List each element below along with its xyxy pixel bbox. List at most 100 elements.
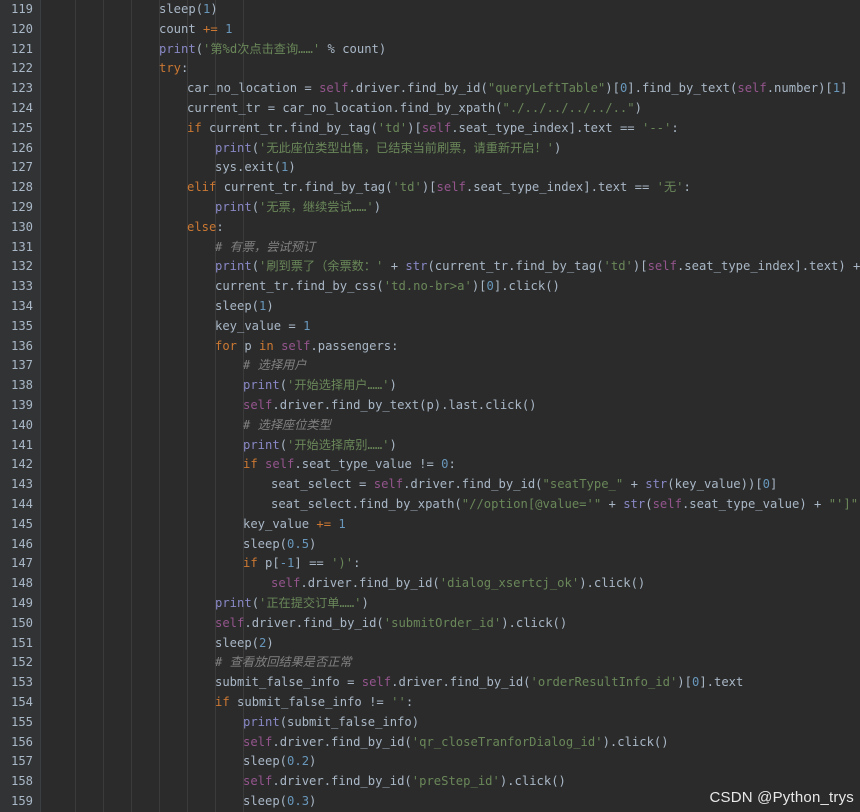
code-line[interactable]: print('开始选择用户……'): [243, 376, 860, 396]
code-token: if: [215, 695, 230, 709]
code-token: 'td': [377, 120, 408, 135]
code-token: (: [251, 200, 260, 214]
code-line[interactable]: car_no_location = self.driver.find_by_id…: [187, 79, 860, 99]
code-token: print: [215, 259, 252, 274]
code-line[interactable]: key_value = 1: [215, 317, 860, 337]
line-number: 125: [10, 120, 33, 135]
code-token: self: [647, 259, 677, 274]
code-line[interactable]: submit_false_info = self.driver.find_by_…: [215, 673, 860, 693]
code-line[interactable]: print('开始选择席别……'): [243, 436, 860, 456]
code-line[interactable]: print('正在提交订单……'): [215, 594, 860, 614]
code-editor[interactable]: 119 120 121 122 123 124 125 126 127 128 129 130 131 1…: [0, 0, 860, 812]
code-token: seat_select.find_by_xpath(: [271, 497, 462, 511]
code-token: )[: [605, 81, 620, 96]
code-token: (: [251, 596, 260, 610]
code-line[interactable]: try:: [159, 59, 860, 79]
code-line[interactable]: if current_tr.find_by_tag('td')[self.sea…: [187, 119, 860, 139]
code-token: "seatType_": [542, 477, 624, 492]
code-token: '无此座位类型出售，已结束当前刷票，请重新开启！': [259, 140, 555, 155]
code-line[interactable]: for p in self.passengers:: [215, 337, 860, 357]
code-token: self: [243, 734, 273, 749]
code-token: ): [389, 437, 397, 452]
code-token: p: [237, 338, 260, 353]
code-line[interactable]: print('无此座位类型出售，已结束当前刷票，请重新开启！'): [215, 139, 860, 159]
code-token: self: [281, 338, 311, 353]
code-token: :: [405, 695, 414, 709]
code-token: .driver.find_by_id(: [300, 576, 440, 591]
code-line[interactable]: # 有票，尝试预订: [215, 238, 860, 258]
code-token: sys.exit(: [215, 160, 282, 175]
line-number: 137: [10, 358, 33, 373]
code-line[interactable]: current_tr = car_no_location.find_by_xpa…: [187, 99, 860, 119]
code-line[interactable]: print(submit_false_info): [243, 713, 860, 733]
code-line[interactable]: sleep(0.2): [243, 752, 860, 772]
code-token: "']": [828, 497, 859, 511]
code-token: +: [601, 497, 624, 511]
code-token: :: [181, 61, 189, 76]
code-line[interactable]: print('刷到票了（余票数：' + str(current_tr.find_…: [215, 257, 860, 277]
code-line[interactable]: sleep(1): [159, 0, 860, 20]
line-number: 133: [10, 279, 33, 294]
code-line[interactable]: print('第%d次点击查询……' % count): [159, 40, 860, 60]
code-token: .passengers:: [310, 338, 399, 353]
line-number: 136: [10, 338, 33, 353]
code-line[interactable]: sleep(0.5): [243, 535, 860, 555]
code-token: (: [279, 437, 288, 452]
code-token: current_tr.find_by_css(: [215, 279, 384, 294]
code-token: (: [251, 140, 260, 155]
code-line[interactable]: count += 1: [159, 20, 860, 40]
code-area[interactable]: sleep(1) count += 1 print('第%d次点击查询……' % c…: [41, 0, 860, 812]
code-line[interactable]: sys.exit(1): [215, 158, 860, 178]
code-line[interactable]: sleep(1): [215, 297, 860, 317]
code-token: sleep(: [215, 299, 260, 313]
line-number: 134: [10, 299, 33, 313]
code-line[interactable]: else:: [187, 218, 860, 238]
code-line[interactable]: current_tr.find_by_css('td.no-br>a')[0].…: [215, 277, 860, 297]
code-token: 0.3: [287, 794, 310, 808]
code-token: car_no_location =: [187, 81, 320, 96]
code-token: ].find_by_text(: [627, 81, 738, 96]
line-number: 156: [10, 734, 33, 749]
code-line[interactable]: # 选择座位类型: [243, 416, 860, 436]
code-line[interactable]: sleep(2): [215, 634, 860, 654]
code-token: submit_false_info =: [215, 675, 362, 690]
code-line[interactable]: self.driver.find_by_id('submitOrder_id')…: [215, 614, 860, 634]
code-token: seat_select =: [271, 477, 374, 492]
code-token: +: [383, 259, 406, 274]
code-token: .number)[: [766, 81, 833, 96]
code-line[interactable]: if submit_false_info != '':: [215, 693, 860, 713]
code-token: ): [389, 378, 397, 393]
code-line[interactable]: # 查看放回结果是否正常: [215, 653, 860, 673]
code-line[interactable]: # 选择用户: [243, 356, 860, 376]
code-line[interactable]: if p[-1] == ')':: [243, 554, 860, 574]
code-line[interactable]: elif current_tr.find_by_tag('td')[self.s…: [187, 178, 860, 198]
line-number-gutter: 119 120 121 122 123 124 125 126 127 128 129 130 131 1…: [0, 0, 41, 812]
code-token: str: [623, 497, 646, 511]
code-token: # 有票，尝试预订: [215, 239, 315, 254]
line-number: 121: [10, 41, 33, 56]
line-number: 158: [10, 774, 33, 789]
code-line[interactable]: self.driver.find_by_id('dialog_xsertcj_o…: [271, 574, 860, 594]
line-number: 126: [10, 140, 33, 155]
code-line[interactable]: print('无票，继续尝试……'): [215, 198, 860, 218]
code-token: .driver.find_by_id(: [391, 675, 531, 690]
code-token: ')': [331, 556, 354, 571]
code-token: .seat_type_value !=: [294, 457, 442, 472]
code-token: # 选择座位类型: [243, 417, 331, 432]
code-line[interactable]: seat_select.find_by_xpath("//option[@val…: [271, 495, 860, 515]
code-token: 'orderResultInfo_id': [530, 675, 678, 690]
code-token: str: [645, 477, 668, 492]
code-token: :: [216, 219, 224, 234]
code-token: current_tr = car_no_location.find_by_xpa…: [187, 101, 503, 115]
code-line[interactable]: self.driver.find_by_text(p).last.click(): [243, 396, 860, 416]
code-token: ): [373, 200, 382, 214]
code-line[interactable]: seat_select = self.driver.find_by_id("se…: [271, 475, 860, 495]
code-token: 0.5: [287, 536, 310, 551]
line-number: 122: [10, 61, 33, 76]
line-number: 150: [10, 615, 33, 630]
code-line[interactable]: key_value += 1: [243, 515, 860, 535]
code-line[interactable]: self.driver.find_by_id('qr_closeTranforD…: [243, 733, 860, 753]
code-token: )[: [421, 180, 437, 195]
code-token: print: [243, 714, 280, 729]
code-line[interactable]: if self.seat_type_value != 0:: [243, 455, 860, 475]
